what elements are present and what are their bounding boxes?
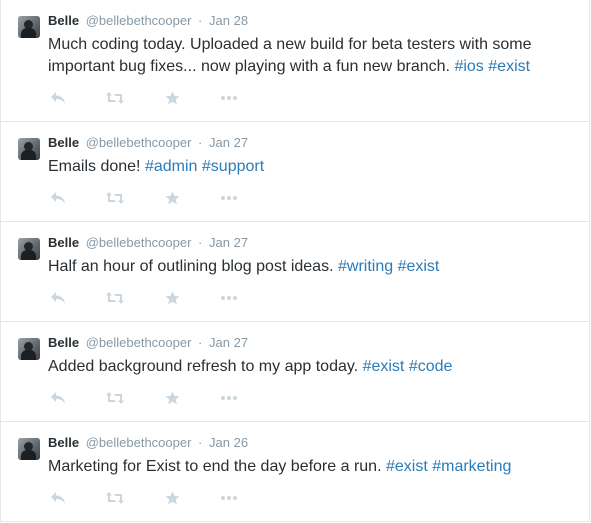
- tweet-text: Half an hour of outlining blog post idea…: [48, 256, 573, 278]
- favorite-icon[interactable]: [165, 391, 180, 407]
- favorite-icon[interactable]: [165, 191, 180, 207]
- reply-icon[interactable]: [50, 491, 66, 507]
- separator: ·: [198, 335, 203, 350]
- avatar[interactable]: [18, 138, 40, 160]
- retweet-icon[interactable]: [106, 91, 124, 107]
- tweet-date[interactable]: Jan 28: [209, 13, 248, 28]
- author-handle[interactable]: @bellebethcooper: [86, 435, 192, 450]
- tweet-body: Emails done!: [48, 158, 141, 175]
- avatar[interactable]: [18, 438, 40, 460]
- avatar[interactable]: [18, 338, 40, 360]
- author-handle[interactable]: @bellebethcooper: [86, 235, 192, 250]
- more-icon[interactable]: [220, 291, 238, 307]
- tweet-item[interactable]: Belle @bellebethcooper · Jan 26 Marketin…: [1, 422, 589, 522]
- more-icon[interactable]: [220, 191, 238, 207]
- tweet-item[interactable]: Belle @bellebethcooper · Jan 27 Half an …: [1, 222, 589, 322]
- hashtag-link[interactable]: #exist: [398, 258, 440, 275]
- hashtag-link[interactable]: #support: [202, 158, 264, 175]
- tweet-header: Belle @bellebethcooper · Jan 27: [48, 335, 248, 351]
- more-icon[interactable]: [220, 491, 238, 507]
- tweet-body: Half an hour of outlining blog post idea…: [48, 258, 334, 275]
- tweet-date[interactable]: Jan 27: [209, 235, 248, 250]
- retweet-icon[interactable]: [106, 491, 124, 507]
- tweet-header: Belle @bellebethcooper · Jan 26: [48, 435, 248, 451]
- hashtag-link[interactable]: #admin: [145, 158, 197, 175]
- retweet-icon[interactable]: [106, 191, 124, 207]
- tweet-actions: [50, 191, 250, 207]
- hashtag-link[interactable]: #exist: [488, 58, 530, 75]
- tweet-text: Emails done! #admin #support: [48, 156, 573, 178]
- author-handle[interactable]: @bellebethcooper: [86, 135, 192, 150]
- author-name[interactable]: Belle: [48, 435, 79, 450]
- retweet-icon[interactable]: [106, 391, 124, 407]
- author-name[interactable]: Belle: [48, 235, 79, 250]
- hashtag-link[interactable]: #code: [409, 358, 453, 375]
- reply-icon[interactable]: [50, 391, 66, 407]
- tweet-header: Belle @bellebethcooper · Jan 27: [48, 235, 248, 251]
- separator: ·: [198, 435, 203, 450]
- hashtag-link[interactable]: #writing: [338, 258, 393, 275]
- tweet-header: Belle @bellebethcooper · Jan 28: [48, 13, 248, 29]
- reply-icon[interactable]: [50, 91, 66, 107]
- tweet-actions: [50, 391, 250, 407]
- retweet-icon[interactable]: [106, 291, 124, 307]
- tweet-timeline: Belle @bellebethcooper · Jan 28 Much cod…: [0, 0, 590, 522]
- tweet-item[interactable]: Belle @bellebethcooper · Jan 27 Added ba…: [1, 322, 589, 422]
- separator: ·: [198, 235, 203, 250]
- tweet-text: Much coding today. Uploaded a new build …: [48, 34, 573, 78]
- tweet-date[interactable]: Jan 27: [209, 335, 248, 350]
- tweet-actions: [50, 291, 250, 307]
- more-icon[interactable]: [220, 391, 238, 407]
- more-icon[interactable]: [220, 91, 238, 107]
- tweet-body: Added background refresh to my app today…: [48, 358, 359, 375]
- tweet-date[interactable]: Jan 26: [209, 435, 248, 450]
- hashtag-link[interactable]: #ios: [454, 58, 483, 75]
- tweet-body: Marketing for Exist to end the day befor…: [48, 458, 382, 475]
- hashtag-link[interactable]: #marketing: [432, 458, 511, 475]
- separator: ·: [198, 135, 203, 150]
- author-handle[interactable]: @bellebethcooper: [86, 335, 192, 350]
- hashtag-link[interactable]: #exist: [363, 358, 405, 375]
- tweet-header: Belle @bellebethcooper · Jan 27: [48, 135, 248, 151]
- author-handle[interactable]: @bellebethcooper: [86, 13, 192, 28]
- avatar[interactable]: [18, 16, 40, 38]
- tweet-item[interactable]: Belle @bellebethcooper · Jan 27 Emails d…: [1, 122, 589, 222]
- tweet-text: Added background refresh to my app today…: [48, 356, 573, 378]
- reply-icon[interactable]: [50, 291, 66, 307]
- tweet-date[interactable]: Jan 27: [209, 135, 248, 150]
- favorite-icon[interactable]: [165, 291, 180, 307]
- tweet-actions: [50, 491, 250, 507]
- tweet-item[interactable]: Belle @bellebethcooper · Jan 28 Much cod…: [1, 0, 589, 122]
- separator: ·: [198, 13, 203, 28]
- hashtag-link[interactable]: #exist: [386, 458, 428, 475]
- author-name[interactable]: Belle: [48, 135, 79, 150]
- author-name[interactable]: Belle: [48, 335, 79, 350]
- tweet-actions: [50, 91, 250, 107]
- author-name[interactable]: Belle: [48, 13, 79, 28]
- favorite-icon[interactable]: [165, 91, 180, 107]
- avatar[interactable]: [18, 238, 40, 260]
- favorite-icon[interactable]: [165, 491, 180, 507]
- tweet-text: Marketing for Exist to end the day befor…: [48, 456, 573, 478]
- reply-icon[interactable]: [50, 191, 66, 207]
